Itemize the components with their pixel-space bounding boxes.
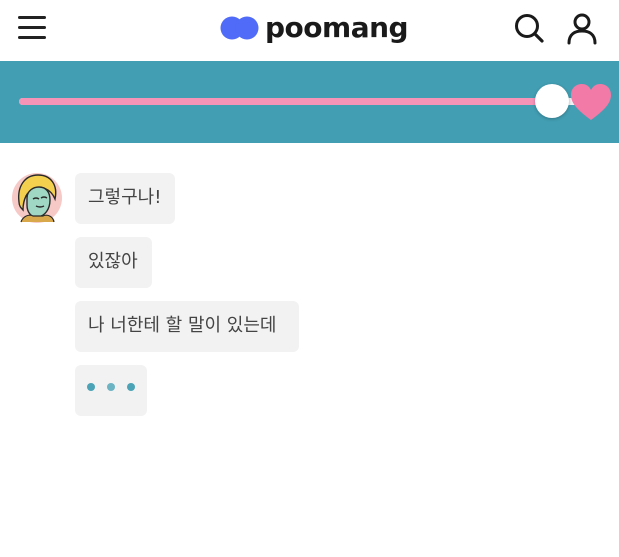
- typing-dots-icon: [75, 365, 147, 416]
- top-bar: poomang: [0, 0, 619, 61]
- character-avatar-icon[interactable]: [11, 172, 63, 224]
- typing-dot: [127, 383, 135, 391]
- logo-text: poomang: [265, 11, 409, 44]
- typing-dot: [107, 383, 115, 391]
- search-icon[interactable]: [513, 12, 545, 44]
- chat-message-bubble: 나 너한테 할 말이 있는데: [75, 301, 299, 352]
- user-icon[interactable]: [566, 12, 598, 46]
- chat-message-bubble: 있잖아: [75, 237, 152, 288]
- hamburger-menu-icon[interactable]: [18, 14, 48, 42]
- heart-icon: [569, 82, 613, 122]
- progress-track: [19, 98, 579, 105]
- typing-dot: [87, 383, 95, 391]
- progress-knob[interactable]: [535, 84, 569, 118]
- chat-message-bubble: 그렇구나!: [75, 173, 175, 224]
- poomang-logo-icon: [220, 14, 260, 42]
- progress-fill: [19, 98, 551, 105]
- logo[interactable]: poomang: [220, 10, 409, 46]
